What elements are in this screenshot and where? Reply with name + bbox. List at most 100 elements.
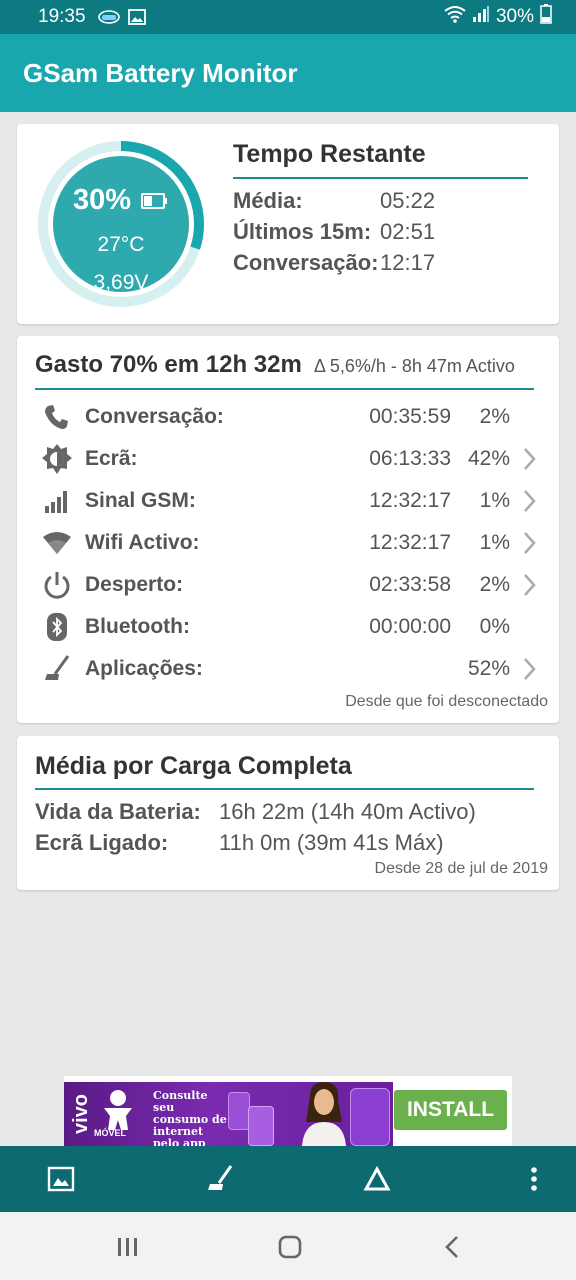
image-icon[interactable] xyxy=(44,1162,78,1196)
ad-text: Consulte seu consumo de internet pelo ap… xyxy=(153,1089,227,1147)
divider xyxy=(35,788,534,790)
usage-duration: 06:13:33 xyxy=(369,447,451,470)
usage-percent: 2% xyxy=(479,573,510,596)
usage-percent: 52% xyxy=(467,657,510,680)
gasto-subtitle: Δ 5,6%/h - 8h 47m Activo xyxy=(313,356,515,376)
gauge-text: 30% 27°C 3,69V xyxy=(36,139,206,309)
gasto-title: Gasto 70% em 12h 32m xyxy=(35,351,302,378)
usage-row-aplicacoes[interactable]: Aplicações: 52% xyxy=(39,649,554,689)
usage-percent: 1% xyxy=(479,531,510,554)
media-value: 11h 0m (39m 41s Máx) xyxy=(219,830,444,855)
bluetooth-icon xyxy=(39,610,75,644)
recents-icon[interactable] xyxy=(108,1232,148,1262)
media-row-vida: Vida da Bateria: 16h 22m (14h 40m Activo… xyxy=(35,799,476,825)
usage-row-conversacao: Conversação: 00:35:59 2% xyxy=(39,397,554,437)
media-label: Ecrã Ligado: xyxy=(35,830,169,855)
gauge-percent-row: 30% xyxy=(36,184,206,217)
gasto-header: Gasto 70% em 12h 32m Δ 5,6%/h - 8h 47m A… xyxy=(35,351,515,379)
system-nav-bar xyxy=(0,1212,576,1280)
wifi-icon xyxy=(39,526,75,560)
usage-row-wifi[interactable]: Wifi Activo: 12:32:17 1% xyxy=(39,523,554,563)
tempo-label: Conversação: xyxy=(233,250,379,275)
usage-label: Ecrã: xyxy=(85,447,138,470)
broom-icon[interactable] xyxy=(203,1162,237,1196)
phone-illustration-icon xyxy=(248,1106,274,1146)
chevron-right-icon[interactable] xyxy=(518,489,540,513)
media-row-ecra: Ecrã Ligado: 11h 0m (39m 41s Máx) xyxy=(35,830,444,856)
brightness-icon xyxy=(39,442,75,476)
usage-label: Aplicações: xyxy=(85,657,203,680)
tempo-row-ultimos: Últimos 15m: 02:51 xyxy=(233,219,435,245)
app-bar: GSam Battery Monitor xyxy=(0,34,576,112)
signal-icon xyxy=(472,5,490,29)
install-button[interactable]: INSTALL xyxy=(394,1090,507,1130)
usage-percent: 1% xyxy=(479,489,510,512)
phone-icon xyxy=(39,400,75,434)
battery-small-icon xyxy=(141,184,169,217)
tempo-row-conversacao: Conversação: 12:17 xyxy=(233,250,435,276)
tempo-value: 05:22 xyxy=(380,188,436,213)
battery-percent: 30% xyxy=(495,6,534,27)
media-footnote: Desde 28 de jul de 2019 xyxy=(374,860,548,877)
broom-icon xyxy=(39,652,75,686)
home-icon[interactable] xyxy=(270,1232,310,1262)
phone-illustration-icon xyxy=(228,1092,250,1130)
tempo-value: 12:17 xyxy=(380,250,436,275)
ad-banner[interactable]: vivo MÓVEL Consulte seu consumo de inter… xyxy=(64,1076,512,1146)
usage-label: Wifi Activo: xyxy=(85,531,200,554)
usage-duration: 12:32:17 xyxy=(369,489,451,512)
usage-duration: 12:32:17 xyxy=(369,531,451,554)
usage-label: Conversação: xyxy=(85,405,224,428)
usage-label: Sinal GSM: xyxy=(85,489,196,512)
usage-duration: 00:00:00 xyxy=(369,615,451,638)
delta-icon[interactable] xyxy=(360,1162,394,1196)
usage-percent: 42% xyxy=(467,447,510,470)
usage-row-ecra[interactable]: Ecrã: 06:13:33 42% xyxy=(39,439,554,479)
chevron-right-icon[interactable] xyxy=(518,447,540,471)
back-icon[interactable] xyxy=(432,1232,472,1262)
divider xyxy=(233,177,528,179)
usage-footnote: Desde que foi desconectado xyxy=(345,693,548,710)
status-right: 30% xyxy=(444,4,552,30)
battery-icon xyxy=(540,4,552,30)
tempo-restante-title: Tempo Restante xyxy=(233,140,426,168)
media-carga-title: Média por Carga Completa xyxy=(35,752,352,780)
divider xyxy=(35,388,534,390)
usage-label: Bluetooth: xyxy=(85,615,190,638)
media-label: Vida da Bateria: xyxy=(35,799,201,824)
battery-summary-card[interactable]: 30% 27°C 3,69V Tempo Restante Média: 05:… xyxy=(17,124,559,324)
gauge-temperature: 27°C xyxy=(97,233,145,256)
more-vert-icon[interactable] xyxy=(517,1162,551,1196)
gauge-percent: 30% xyxy=(72,184,132,216)
usage-row-desperto[interactable]: Desperto: 02:33:58 2% xyxy=(39,565,554,605)
tempo-label: Últimos 15m: xyxy=(233,219,372,244)
usage-label: Desperto: xyxy=(85,573,184,596)
ad-image[interactable]: vivo MÓVEL Consulte seu consumo de inter… xyxy=(64,1082,393,1146)
usage-percent: 0% xyxy=(479,615,510,638)
chevron-right-icon[interactable] xyxy=(518,573,540,597)
tempo-row-media: Média: 05:22 xyxy=(233,188,435,214)
usage-row-sinal-gsm[interactable]: Sinal GSM: 12:32:17 1% xyxy=(39,481,554,521)
phone-illustration-icon xyxy=(350,1088,390,1146)
usage-duration: 02:33:58 xyxy=(369,573,451,596)
bottom-toolbar xyxy=(0,1146,576,1212)
chevron-right-icon[interactable] xyxy=(518,531,540,555)
usage-duration: 00:35:59 xyxy=(369,405,451,428)
signal-bars-icon xyxy=(39,484,75,518)
media-value: 16h 22m (14h 40m Activo) xyxy=(219,799,476,824)
gauge-voltage: 3,69V xyxy=(93,271,149,294)
usage-percent: 2% xyxy=(479,405,510,428)
status-bar: 19:35 30% xyxy=(0,0,576,34)
usage-row-bluetooth: Bluetooth: 00:00:00 0% xyxy=(39,607,554,647)
tempo-label: Média: xyxy=(233,188,303,213)
person-photo-icon xyxy=(302,1082,346,1146)
chevron-right-icon[interactable] xyxy=(518,657,540,681)
wifi-icon xyxy=(444,5,466,29)
power-icon xyxy=(39,568,75,602)
app-badge-icon xyxy=(97,9,120,25)
image-icon xyxy=(127,9,146,25)
usage-card: Gasto 70% em 12h 32m Δ 5,6%/h - 8h 47m A… xyxy=(17,336,559,723)
app-title: GSam Battery Monitor xyxy=(23,57,298,88)
ad-brand-sub: MÓVEL xyxy=(94,1128,127,1138)
average-charge-card: Média por Carga Completa Vida da Bateria… xyxy=(17,736,559,890)
